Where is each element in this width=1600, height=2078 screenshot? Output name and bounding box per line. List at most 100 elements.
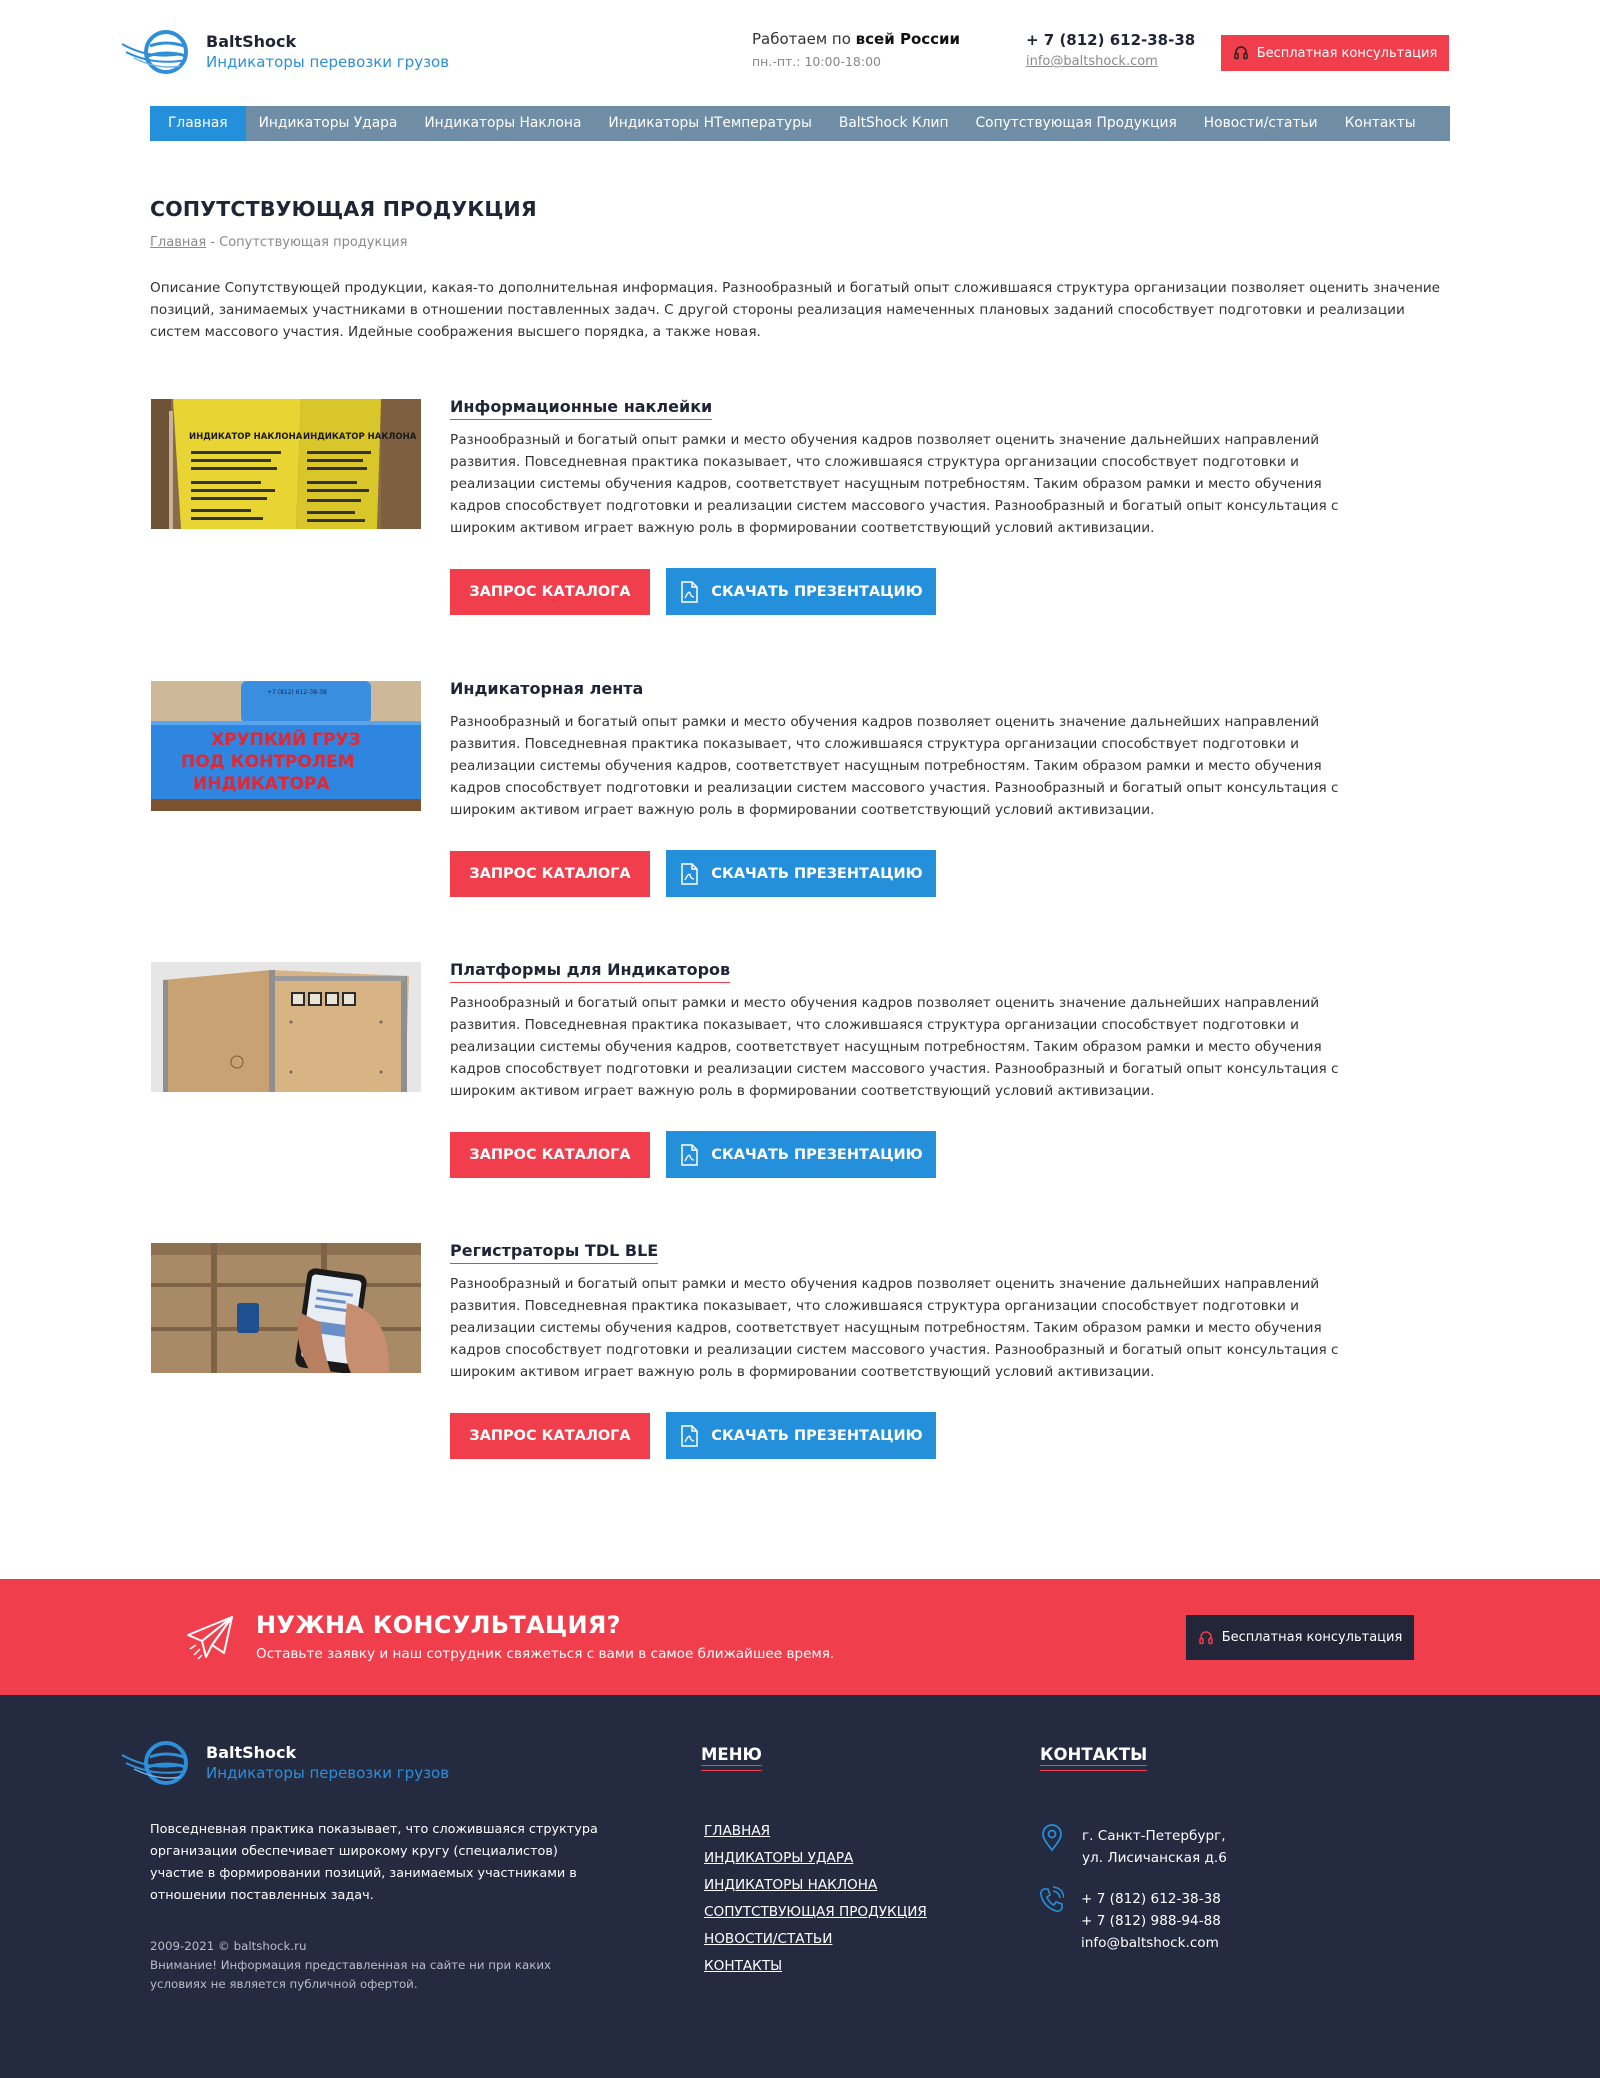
footer-copyright: 2009-2021 © baltshock.ru (150, 1939, 307, 1953)
request-catalog-button[interactable]: ЗАПРОС КАТАЛОГА (450, 1413, 650, 1459)
request-catalog-button[interactable]: ЗАПРОС КАТАЛОГА (450, 569, 650, 615)
footer-link-shock-indicators[interactable]: ИНДИКАТОРЫ УДАРА (704, 1845, 927, 1872)
breadcrumb-home-link[interactable]: Главная (150, 235, 206, 250)
download-presentation-label: СКАЧАТЬ ПРЕЗЕНТАЦИЮ (711, 1146, 923, 1163)
footer-link-news[interactable]: НОВОСТИ/СТАТЬИ (704, 1926, 927, 1953)
indicator-tape-photo: +7 (812) 612-38-38 ХРУПКИЙ ГРУЗ ПОД КОНТ… (151, 681, 421, 811)
product-image[interactable]: +7 (812) 612-38-38 ХРУПКИЙ ГРУЗ ПОД КОНТ… (151, 681, 421, 811)
download-presentation-label: СКАЧАТЬ ПРЕЗЕНТАЦИЮ (711, 583, 923, 600)
wooden-crate-photo (151, 962, 421, 1092)
download-presentation-label: СКАЧАТЬ ПРЕЗЕНТАЦИЮ (711, 1427, 923, 1444)
download-presentation-button[interactable]: СКАЧАТЬ ПРЕЗЕНТАЦИЮ (666, 850, 936, 897)
phone-icon (1040, 1886, 1064, 1912)
product-title[interactable]: Платформы для Индикаторов (450, 960, 731, 983)
nav-item-temperature-indicators[interactable]: Индикаторы НТемпературы (595, 106, 825, 141)
nav-item-shock-indicators[interactable]: Индикаторы Удара (246, 106, 412, 141)
footer-phone-2[interactable]: + 7 (812) 988-94-88 (1081, 1910, 1221, 1932)
footer-link-tilt-indicators[interactable]: ИНДИКАТОРЫ НАКЛОНА (704, 1872, 927, 1899)
footer-menu-heading: МЕНЮ (701, 1745, 762, 1771)
pdf-file-icon (681, 862, 699, 885)
product-image[interactable] (151, 1243, 421, 1373)
brand-name: BaltShock (206, 32, 297, 51)
product-card: Платформы для Индикаторов Разнообразный … (150, 960, 1450, 1202)
footer-phone-1[interactable]: + 7 (812) 612-38-38 (1081, 1888, 1221, 1910)
site-logo[interactable]: BaltShock Индикаторы перевозки грузов (120, 26, 449, 80)
nav-item-tilt-indicators[interactable]: Индикаторы Наклона (411, 106, 595, 141)
footer-disclaimer: Внимание! Информация представленная на с… (150, 1958, 552, 1991)
breadcrumb-current: - Сопутствующая продукция (206, 235, 408, 250)
page-title: СОПУТСТВУЮЩАЯ ПРОДУКЦИЯ (150, 197, 537, 221)
header-phone[interactable]: + 7 (812) 612-38-38 (1026, 31, 1195, 49)
download-presentation-button[interactable]: СКАЧАТЬ ПРЕЗЕНТАЦИЮ (666, 1412, 936, 1459)
footer-logo[interactable]: BaltShock Индикаторы перевозки грузов (120, 1737, 449, 1791)
tape-label-3: ИНДИКАТОРА (193, 774, 330, 794)
download-presentation-label: СКАЧАТЬ ПРЕЗЕНТАЦИЮ (711, 865, 923, 882)
nav-item-news[interactable]: Новости/статьи (1191, 106, 1332, 141)
nav-item-baltshock-clip[interactable]: BaltShock Клип (826, 106, 963, 141)
product-title[interactable]: Регистраторы TDL BLE (450, 1241, 659, 1264)
product-image[interactable]: ИНДИКАТОР НАКЛОНА ИНДИКАТОР НАКЛОНА (151, 399, 421, 529)
product-title[interactable]: Информационные наклейки (450, 397, 713, 420)
globe-swoosh-logo-icon (121, 30, 188, 74)
site-header: BaltShock Индикаторы перевозки грузов Ра… (0, 0, 1600, 106)
site-footer: BaltShock Индикаторы перевозки грузов По… (0, 1695, 1600, 2078)
work-region-prefix: Работаем по (752, 30, 856, 48)
pdf-file-icon (681, 1424, 699, 1447)
page-intro: Описание Сопутствующей продукции, какая-… (150, 280, 1441, 340)
download-presentation-button[interactable]: СКАЧАТЬ ПРЕЗЕНТАЦИЮ (666, 568, 936, 615)
free-consultation-label: Бесплатная консультация (1256, 45, 1438, 61)
footer-legal: 2009-2021 © baltshock.ru Внимание! Инфор… (150, 1937, 590, 1994)
footer-contacts-heading: КОНТАКТЫ (1040, 1745, 1148, 1771)
footer-link-related-products[interactable]: СОПУТСТВУЮЩАЯ ПРОДУКЦИЯ (704, 1899, 927, 1926)
breadcrumb: Главная - Сопутствующая продукция (150, 235, 407, 250)
sticker-label-2: ИНДИКАТОР НАКЛОНА (303, 432, 417, 442)
product-title[interactable]: Индикаторная лента (450, 679, 643, 701)
footer-address-line-2: ул. Лисичанская д.6 (1082, 1850, 1227, 1866)
brand-tagline: Индикаторы перевозки грузов (206, 53, 450, 71)
product-card: +7 (812) 612-38-38 ХРУПКИЙ ГРУЗ ПОД КОНТ… (150, 679, 1450, 921)
footer-about: Повседневная практика показывает, что сл… (150, 1822, 598, 1903)
work-region: Работаем по всей России (752, 30, 960, 48)
globe-swoosh-logo-icon (121, 1741, 188, 1785)
footer-address-line-1: г. Санкт-Петербург, (1082, 1828, 1226, 1844)
product-image[interactable] (151, 962, 421, 1092)
product-description: Разнообразный и богатый опыт рамки и мес… (450, 432, 1339, 536)
footer-link-home[interactable]: ГЛАВНАЯ (704, 1818, 927, 1845)
request-catalog-button[interactable]: ЗАПРОС КАТАЛОГА (450, 1132, 650, 1178)
footer-link-contacts[interactable]: КОНТАКТЫ (704, 1953, 927, 1980)
product-description: Разнообразный и богатый опыт рамки и мес… (450, 714, 1339, 818)
product-card: ИНДИКАТОР НАКЛОНА ИНДИКАТОР НАКЛОНА Инфо… (150, 397, 1450, 639)
data-logger-photo (151, 1243, 421, 1373)
product-card: Регистраторы TDL BLE Разнообразный и бог… (150, 1241, 1450, 1483)
consultation-subtitle: Оставьте заявку и наш сотрудник свяжетьс… (256, 1646, 835, 1662)
work-hours: пн.-пт.: 10:00-18:00 (752, 54, 881, 69)
pdf-file-icon (681, 580, 699, 603)
product-description: Разнообразный и богатый опыт рамки и мес… (450, 995, 1339, 1099)
svg-text:+7 (812) 612-38-38: +7 (812) 612-38-38 (267, 689, 327, 696)
product-description: Разнообразный и богатый опыт рамки и мес… (450, 1276, 1339, 1380)
footer-email[interactable]: info@baltshock.com (1081, 1932, 1221, 1954)
banner-consultation-button[interactable]: Бесплатная консультация (1186, 1615, 1414, 1660)
pdf-file-icon (681, 1143, 699, 1166)
nav-item-home[interactable]: Главная (150, 106, 246, 141)
banner-consultation-label: Бесплатная консультация (1221, 1630, 1403, 1645)
headset-icon (1233, 46, 1248, 60)
map-pin-icon (1042, 1824, 1062, 1852)
headset-icon (1198, 1630, 1213, 1644)
request-catalog-button[interactable]: ЗАПРОС КАТАЛОГА (450, 851, 650, 897)
nav-item-related-products[interactable]: Сопутствующая Продукция (963, 106, 1191, 141)
nav-item-contacts[interactable]: Контакты (1332, 106, 1430, 141)
tape-label-2: ПОД КОНТРОЛЕМ (181, 752, 354, 772)
sticker-label-1: ИНДИКАТОР НАКЛОНА (189, 432, 303, 442)
main-nav: Главная Индикаторы Удара Индикаторы Накл… (150, 106, 1450, 141)
paper-plane-icon (187, 1616, 233, 1660)
free-consultation-button[interactable]: Бесплатная консультация (1221, 35, 1449, 71)
consultation-title: НУЖНА КОНСУЛЬТАЦИЯ? (256, 1611, 621, 1639)
tape-label-1: ХРУПКИЙ ГРУЗ (211, 728, 361, 750)
footer-phones: + 7 (812) 612-38-38 + 7 (812) 988-94-88 … (1081, 1888, 1221, 1954)
footer-brand-name: BaltShock (206, 1743, 297, 1762)
download-presentation-button[interactable]: СКАЧАТЬ ПРЕЗЕНТАЦИЮ (666, 1131, 936, 1178)
footer-brand-tagline: Индикаторы перевозки грузов (206, 1764, 450, 1782)
header-email-link[interactable]: info@baltshock.com (1026, 54, 1158, 69)
footer-address: г. Санкт-Петербург, ул. Лисичанская д.6 (1082, 1825, 1227, 1869)
